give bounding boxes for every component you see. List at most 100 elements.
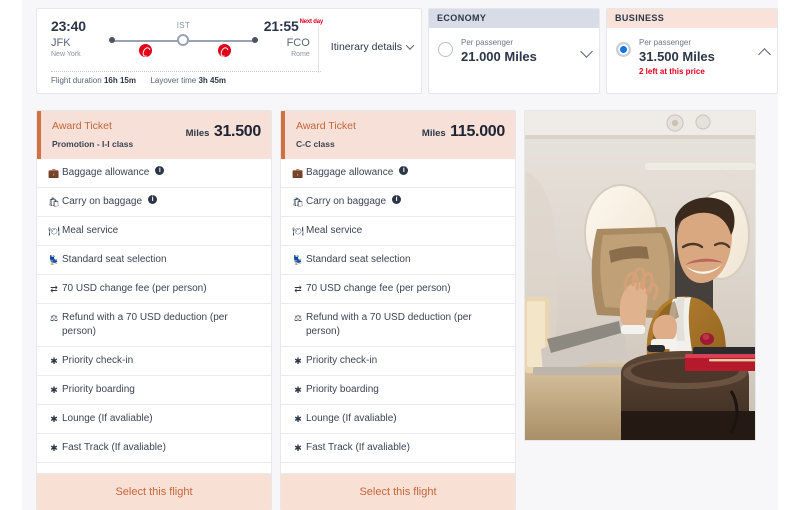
ticket-price: Miles 31.500: [185, 123, 262, 141]
feature-row: 🛍 Carry on baggage i: [281, 188, 515, 217]
miles-value: 31.500: [213, 123, 261, 140]
arrival-time-value: 21:55: [263, 18, 299, 34]
feature-row: ⚖ Refund with a 70 USD deduction (per per…: [281, 304, 515, 347]
feature-label: Refund with a 70 USD deduction (per pers…: [62, 312, 228, 337]
feature-row: ✱ Priority check-in: [281, 347, 515, 376]
page-root: 23:40 JFK New York IST 21:55Next day FCO…: [0, 0, 800, 510]
refund-icon: ⚖: [49, 313, 59, 323]
fare-radio-business[interactable]: [616, 42, 631, 57]
feature-row: 💼 Baggage allowance i: [281, 159, 515, 188]
feature-label: Priority check-in: [62, 355, 134, 366]
departure-airport-code: JFK: [51, 37, 71, 49]
fare-option-economy[interactable]: ECONOMY Per passenger 21.000 Miles: [428, 8, 600, 94]
star-icon: ✱: [50, 356, 58, 366]
ticket-header: Award Ticket C-C class Miles 115.000: [281, 111, 515, 159]
feature-label: Carry on baggage: [62, 196, 143, 207]
select-flight-button[interactable]: Select this flight: [281, 474, 515, 510]
timeline-origin-dot: [109, 37, 115, 43]
feature-row: 🍽 Meal service: [37, 217, 271, 246]
feature-label: Meal service: [62, 225, 119, 236]
feature-row: ✱ Lounge (If avaliable): [281, 405, 515, 434]
refund-icon: ⚖: [293, 313, 303, 323]
feature-row: ✱ Lounge (If avaliable): [37, 405, 271, 434]
feature-label: Lounge (If avaliable): [306, 413, 397, 424]
fare-price-economy: 21.000 Miles: [461, 49, 537, 64]
star-icon: ✱: [294, 414, 302, 424]
fare-option-business[interactable]: BUSINESS Per passenger 31.500 Miles 2 le…: [606, 8, 778, 94]
feature-label: Lounge (If avaliable): [62, 413, 153, 424]
left-gutter: [0, 0, 22, 510]
feature-label: Priority boarding: [62, 384, 135, 395]
feature-label: 70 USD change fee (per person): [62, 283, 207, 294]
star-icon: ✱: [294, 356, 302, 366]
itinerary-details-link[interactable]: Itinerary details: [331, 19, 415, 53]
feature-row: 💼 Baggage allowance i: [37, 159, 271, 188]
feature-row: ✱ Fast Track (If avaliable): [281, 434, 515, 463]
arrival-airport-code: FCO: [286, 37, 310, 49]
feature-label: Fast Track (If avaliable): [306, 442, 410, 453]
per-passenger-label: Per passenger: [639, 38, 692, 47]
meal-icon: 🍽: [292, 226, 304, 236]
fare-cabin-label: BUSINESS: [607, 9, 777, 28]
feature-row: ✱ Priority check-in: [37, 347, 271, 376]
flight-duration-value: 16h 15m: [103, 76, 136, 85]
feature-row: ⇄ 70 USD change fee (per person): [281, 275, 515, 304]
ticket-card-standard: Award Ticket C-C class Miles 115.000 💼 Ba…: [280, 110, 516, 510]
info-icon[interactable]: i: [392, 195, 402, 204]
chevron-down-icon[interactable]: [580, 45, 593, 58]
duration-row: Flight duration 16h 15m Layover time 3h …: [51, 76, 226, 85]
info-icon[interactable]: i: [148, 195, 158, 204]
route-timeline: IST: [105, 19, 262, 61]
list-spacer: [281, 463, 515, 474]
cabin-photo-illustration: [525, 111, 755, 440]
info-icon[interactable]: i: [155, 166, 165, 175]
feature-row: 💺 Standard seat selection: [281, 246, 515, 275]
star-icon: ✱: [294, 385, 302, 395]
feature-row: 🛍 Carry on baggage i: [37, 188, 271, 217]
feature-row: 💺 Standard seat selection: [37, 246, 271, 275]
feature-label: Priority boarding: [306, 384, 379, 395]
ticket-price: Miles 115.000: [422, 123, 505, 141]
arrival-city: Rome: [291, 51, 310, 58]
departure-endpoint: 23:40 JFK New York: [51, 19, 103, 59]
feature-label: Carry on baggage: [306, 196, 387, 207]
miles-label: Miles: [185, 128, 210, 139]
departure-city: New York: [51, 51, 81, 58]
star-icon: ✱: [294, 443, 302, 453]
info-icon[interactable]: i: [399, 166, 409, 175]
chevron-up-icon[interactable]: [758, 48, 771, 61]
baggage-icon: 💼: [48, 168, 60, 178]
miles-label: Miles: [421, 128, 446, 139]
change-fee-icon: ⇄: [50, 284, 58, 294]
list-spacer: [37, 463, 271, 474]
feature-row: 🍽 Meal service: [281, 217, 515, 246]
summary-row: 23:40 JFK New York IST 21:55Next day FCO…: [36, 8, 778, 94]
ticket-options-row: Award Ticket Promotion - I-I class Miles…: [36, 110, 778, 510]
layover-value: 3h 45m: [198, 76, 227, 85]
carryon-icon: 🛍: [48, 197, 60, 207]
airline-logo-icon: [217, 44, 231, 57]
feature-row: ⇄ 70 USD change fee (per person): [37, 275, 271, 304]
dashed-divider: [51, 71, 321, 72]
timeline-destination-dot: [251, 37, 258, 43]
star-icon: ✱: [50, 414, 58, 424]
select-flight-button[interactable]: Select this flight: [37, 474, 271, 510]
feature-list: 💼 Baggage allowance i 🛍 Carry on baggage i 🍽…: [281, 159, 515, 474]
stopover-label: IST: [176, 21, 191, 30]
seat-icon: 💺: [48, 255, 60, 265]
ticket-header: Award Ticket Promotion - I-I class Miles…: [37, 111, 271, 159]
timeline-stopover-dot: [177, 34, 190, 46]
fare-radio-economy[interactable]: [438, 42, 453, 57]
feature-list: 💼 Baggage allowance i 🛍 Carry on baggage i 🍽…: [37, 159, 271, 474]
departure-time: 23:40: [51, 18, 86, 34]
feature-label: Baggage allowance: [62, 167, 150, 178]
miles-value: 115.000: [450, 123, 505, 140]
airline-logo-icon: [139, 44, 153, 57]
flight-duration-label: Flight duration: [51, 76, 102, 85]
feature-label: Fast Track (If avaliable): [62, 442, 166, 453]
chevron-down-icon: [405, 41, 415, 50]
feature-row: ✱ Fast Track (If avaliable): [37, 434, 271, 463]
feature-row: ✱ Priority boarding: [37, 376, 271, 405]
content-stage: 23:40 JFK New York IST 21:55Next day FCO…: [22, 0, 778, 510]
feature-row: ⚖ Refund with a 70 USD deduction (per per…: [37, 304, 271, 347]
